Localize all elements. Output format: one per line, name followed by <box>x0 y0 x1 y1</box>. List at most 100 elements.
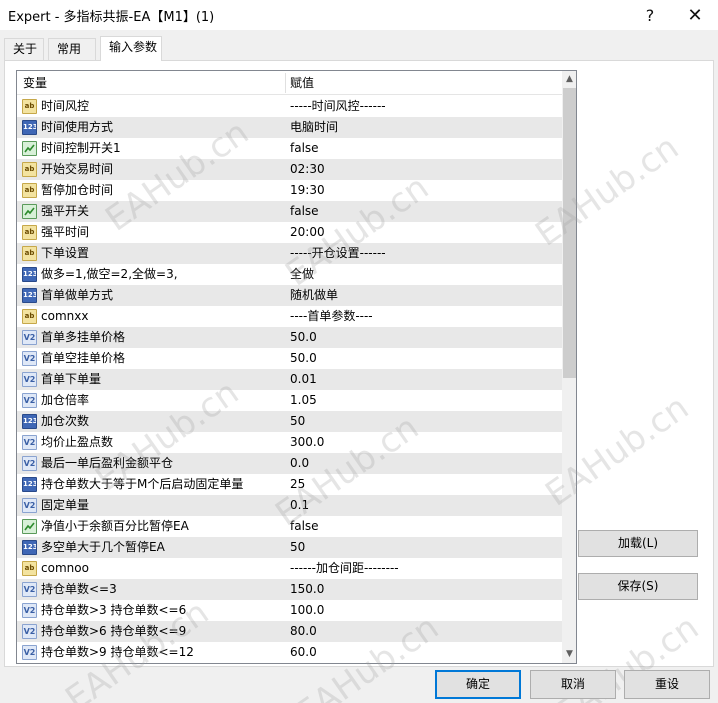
parameter-row[interactable]: 强平开关 false <box>17 201 562 222</box>
tab-common[interactable]: 常用 <box>48 38 96 60</box>
boolean-type-icon <box>22 141 37 156</box>
parameter-name: 时间风控 <box>41 99 90 113</box>
parameter-row[interactable]: V2 首单下单量 0.01 <box>17 369 562 390</box>
parameter-row[interactable]: 123 首单做单方式 随机做单 <box>17 285 562 306</box>
scroll-down-icon[interactable]: ▼ <box>562 646 576 663</box>
save-button[interactable]: 保存(S) <box>578 573 698 600</box>
parameter-value[interactable]: 25 <box>290 474 560 495</box>
parameter-value[interactable]: 50.0 <box>290 327 560 348</box>
parameter-row[interactable]: 123 持仓单数大于等于M个后启动固定单量 25 <box>17 474 562 495</box>
parameter-name: 暂停加仓时间 <box>41 183 114 197</box>
parameter-row[interactable]: V2 最后一单后盈利金额平仓 0.0 <box>17 453 562 474</box>
string-type-icon: ab <box>22 225 37 240</box>
parameter-row[interactable]: V2 首单多挂单价格 50.0 <box>17 327 562 348</box>
parameter-name: 固定单量 <box>41 498 90 512</box>
parameter-value[interactable]: ----首单参数---- <box>290 306 560 327</box>
parameter-row[interactable]: 时间控制开关1 false <box>17 138 562 159</box>
double-type-icon: V2 <box>22 645 37 660</box>
double-type-icon: V2 <box>22 456 37 471</box>
parameter-value[interactable]: -----时间风控------ <box>290 96 560 117</box>
parameter-name: 首单做单方式 <box>41 288 114 302</box>
parameter-row[interactable]: 净值小于余额百分比暂停EA false <box>17 516 562 537</box>
parameter-name: 做多=1,做空=2,全做=3, <box>41 267 178 281</box>
string-type-icon: ab <box>22 162 37 177</box>
parameter-row[interactable]: 123 时间使用方式 电脑时间 <box>17 117 562 138</box>
tab-about[interactable]: 关于 <box>4 38 44 60</box>
parameter-value[interactable]: 60.0 <box>290 642 560 663</box>
column-header-variable[interactable]: 变量 <box>23 71 285 95</box>
parameter-value[interactable]: 300.0 <box>290 432 560 453</box>
ok-button[interactable]: 确定 <box>435 670 521 699</box>
parameter-value[interactable]: 50.0 <box>290 348 560 369</box>
parameter-value[interactable]: 100.0 <box>290 600 560 621</box>
parameter-value[interactable]: 0.01 <box>290 369 560 390</box>
parameter-row[interactable]: V2 首单空挂单价格 50.0 <box>17 348 562 369</box>
double-type-icon: V2 <box>22 330 37 345</box>
title-bar: Expert - 多指标共振-EA【M1】(1) ? ✕ <box>0 0 718 30</box>
parameter-value[interactable]: 150.0 <box>290 579 560 600</box>
load-button[interactable]: 加载(L) <box>578 530 698 557</box>
parameter-value[interactable]: 0.1 <box>290 495 560 516</box>
parameter-value[interactable]: 50 <box>290 537 560 558</box>
parameter-name: 持仓单数<=3 <box>41 582 117 596</box>
parameter-row[interactable]: ab 下单设置 -----开仓设置------ <box>17 243 562 264</box>
parameter-row[interactable]: V2 固定单量 0.1 <box>17 495 562 516</box>
parameter-row[interactable]: V2 持仓单数>9 持仓单数<=12 60.0 <box>17 642 562 663</box>
help-button[interactable]: ? <box>627 0 673 30</box>
parameter-row[interactable]: 123 加仓次数 50 <box>17 411 562 432</box>
string-type-icon: ab <box>22 246 37 261</box>
column-divider[interactable] <box>285 73 286 93</box>
parameter-value[interactable]: 50 <box>290 411 560 432</box>
parameter-value[interactable]: 随机做单 <box>290 285 560 306</box>
parameter-row[interactable]: ab 暂停加仓时间 19:30 <box>17 180 562 201</box>
parameter-row[interactable]: V2 持仓单数<=3 150.0 <box>17 579 562 600</box>
parameter-value[interactable]: 1.05 <box>290 390 560 411</box>
parameter-row[interactable]: 123 做多=1,做空=2,全做=3, 全做 <box>17 264 562 285</box>
parameter-value[interactable]: false <box>290 138 560 159</box>
scrollbar-thumb[interactable] <box>563 88 576 378</box>
parameter-name: 最后一单后盈利金额平仓 <box>41 456 174 470</box>
parameter-name: 持仓单数>6 持仓单数<=9 <box>41 624 187 638</box>
parameter-row[interactable]: ab comnoo ------加仓间距-------- <box>17 558 562 579</box>
vertical-scrollbar[interactable]: ▲ ▼ <box>562 71 576 663</box>
parameter-value[interactable]: ------加仓间距-------- <box>290 558 560 579</box>
parameter-row[interactable]: V2 均价止盈点数 300.0 <box>17 432 562 453</box>
parameter-value[interactable]: 80.0 <box>290 621 560 642</box>
close-button[interactable]: ✕ <box>672 0 718 30</box>
parameter-value[interactable]: 0.0 <box>290 453 560 474</box>
cancel-button[interactable]: 取消 <box>530 670 616 699</box>
string-type-icon: ab <box>22 561 37 576</box>
double-type-icon: V2 <box>22 435 37 450</box>
parameter-row[interactable]: V2 加仓倍率 1.05 <box>17 390 562 411</box>
parameter-row[interactable]: ab comnxx ----首单参数---- <box>17 306 562 327</box>
reset-button[interactable]: 重设 <box>624 670 710 699</box>
parameter-name: 时间使用方式 <box>41 120 114 134</box>
tab-inputs[interactable]: 输入参数 <box>100 36 162 61</box>
parameter-row[interactable]: ab 强平时间 20:00 <box>17 222 562 243</box>
parameter-value[interactable]: false <box>290 516 560 537</box>
boolean-type-icon <box>22 204 37 219</box>
parameter-value[interactable]: 19:30 <box>290 180 560 201</box>
parameter-row[interactable]: ab 开始交易时间 02:30 <box>17 159 562 180</box>
parameter-row[interactable]: 123 多空单大于几个暂停EA 50 <box>17 537 562 558</box>
parameter-name: 首单多挂单价格 <box>41 330 126 344</box>
parameter-row[interactable]: V2 持仓单数>3 持仓单数<=6 100.0 <box>17 600 562 621</box>
parameter-value[interactable]: 02:30 <box>290 159 560 180</box>
integer-type-icon: 123 <box>22 540 37 555</box>
parameter-name: 净值小于余额百分比暂停EA <box>41 519 189 533</box>
parameter-name: 均价止盈点数 <box>41 435 114 449</box>
double-type-icon: V2 <box>22 582 37 597</box>
parameter-value[interactable]: 全做 <box>290 264 560 285</box>
double-type-icon: V2 <box>22 624 37 639</box>
parameters-grid: 变量 赋值 ab 时间风控 -----时间风控------ 123 时间使用方式 电脑时间… <box>16 70 577 664</box>
parameter-row[interactable]: V2 持仓单数>6 持仓单数<=9 80.0 <box>17 621 562 642</box>
column-header-value[interactable]: 赋值 <box>290 71 560 95</box>
parameter-name: 持仓单数>3 持仓单数<=6 <box>41 603 187 617</box>
parameter-value[interactable]: -----开仓设置------ <box>290 243 560 264</box>
parameter-value[interactable]: 20:00 <box>290 222 560 243</box>
parameter-value[interactable]: false <box>290 201 560 222</box>
parameter-value[interactable]: 电脑时间 <box>290 117 560 138</box>
parameter-row[interactable]: ab 时间风控 -----时间风控------ <box>17 96 562 117</box>
scroll-up-icon[interactable]: ▲ <box>562 71 576 88</box>
parameter-name: 多空单大于几个暂停EA <box>41 540 165 554</box>
